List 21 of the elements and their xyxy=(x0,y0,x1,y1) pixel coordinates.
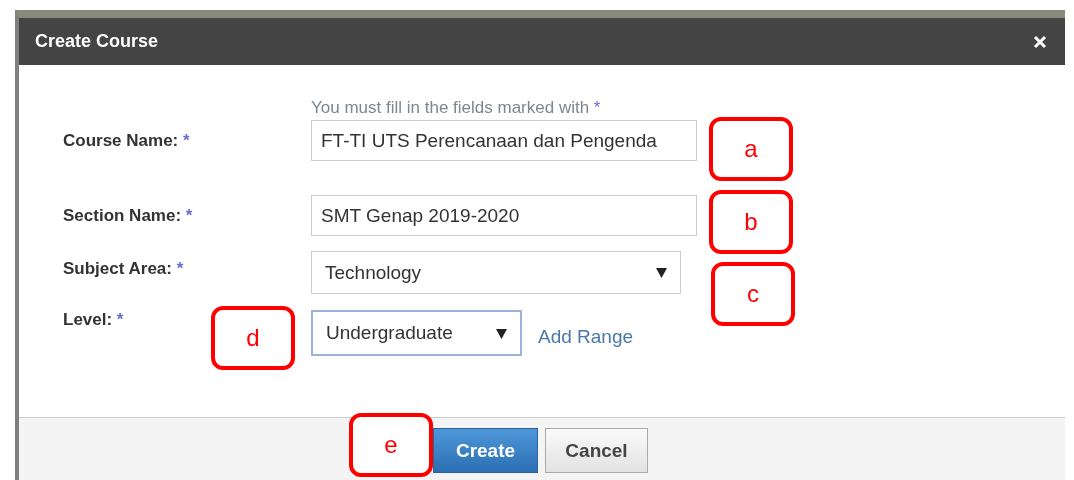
callout-label: e xyxy=(349,413,433,477)
field-label: Course Name: * xyxy=(63,130,191,151)
callout-label: d xyxy=(211,306,295,370)
text-field[interactable]: FT-TI UTS Perencanaan dan Pengenda xyxy=(311,120,697,161)
dialog-title: Create Course xyxy=(35,31,159,52)
dropdown-field[interactable]: Technology xyxy=(311,251,681,294)
close-icon[interactable] xyxy=(1033,34,1047,49)
text-field[interactable]: SMT Genap 2019-2020 xyxy=(311,195,697,236)
callout-label: c xyxy=(711,262,795,326)
create-button[interactable]: Create xyxy=(433,428,538,473)
dropdown-field[interactable]: Undergraduate xyxy=(311,310,522,356)
caret-icon xyxy=(656,267,667,278)
field-label: Subject Area: * xyxy=(63,259,185,279)
field-label: Section Name: * xyxy=(63,205,194,226)
caret-icon xyxy=(496,327,507,339)
cancel-button[interactable]: Cancel xyxy=(545,428,648,473)
required-hint: You must fill in the fields marked with * xyxy=(311,98,602,118)
field-label: Level: * xyxy=(63,310,125,330)
callout-label: b xyxy=(709,190,793,254)
callout-label: a xyxy=(709,117,793,181)
add-range-link[interactable]: Add Range xyxy=(538,326,634,348)
